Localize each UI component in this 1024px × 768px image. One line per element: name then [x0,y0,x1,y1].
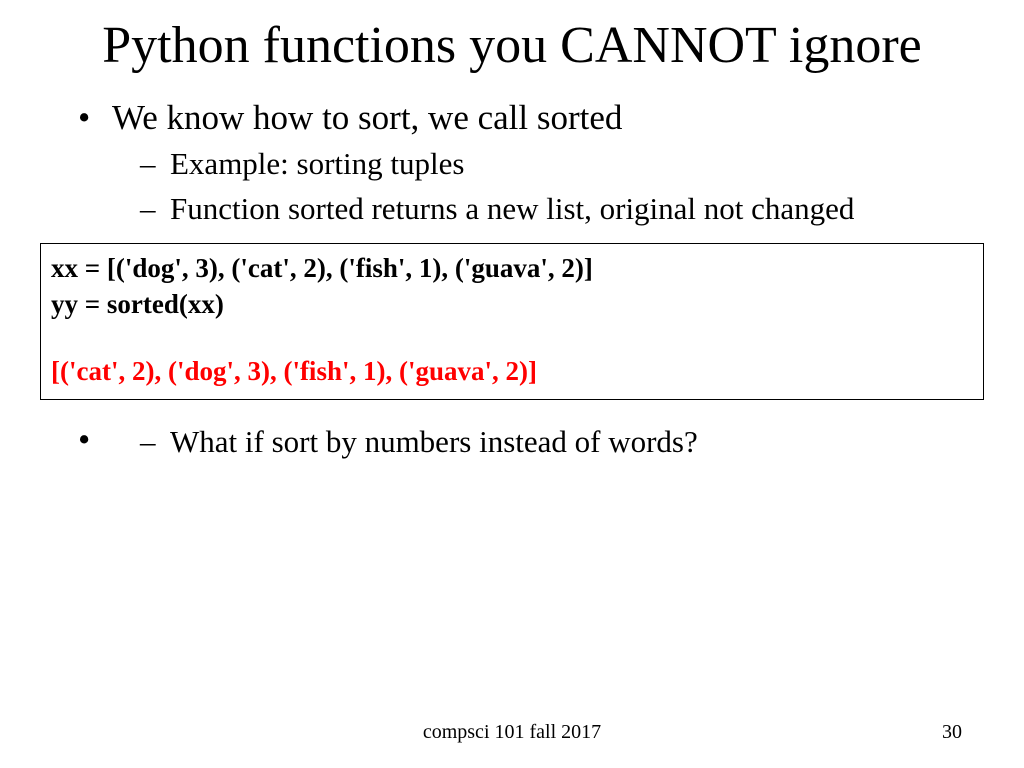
sub-bullet-text: Function sorted returns a new list, orig… [170,191,854,226]
code-blank-line [51,323,973,353]
sub-bullet-text: What if sort by numbers instead of words… [170,424,698,459]
sub-bullet-text: Example: sorting tuples [170,146,464,181]
slide-body: We know how to sort, we call sorted Exam… [56,96,968,229]
bullet-list-continuation: . What if sort by numbers instead of wor… [78,418,968,461]
code-line: xx = [('dog', 3), ('cat', 2), ('fish', 1… [51,250,973,286]
sub-bullet-item: Example: sorting tuples [140,144,968,184]
sub-bullet-list: Example: sorting tuples Function sorted … [140,144,968,229]
sub-bullet-list: What if sort by numbers instead of words… [140,422,968,462]
bullet-text: We know how to sort, we call sorted [112,98,622,137]
footer-page-number: 30 [942,721,962,744]
footer-course: compsci 101 fall 2017 [0,721,1024,744]
sub-bullet-item: Function sorted returns a new list, orig… [140,189,968,229]
bullet-item: We know how to sort, we call sorted Exam… [78,96,968,229]
code-example-box: xx = [('dog', 3), ('cat', 2), ('fish', 1… [40,243,984,400]
code-output-line: [('cat', 2), ('dog', 3), ('fish', 1), ('… [51,353,973,389]
slide-body-after: . What if sort by numbers instead of wor… [56,418,968,461]
code-line: yy = sorted(xx) [51,286,973,322]
sub-bullet-item: What if sort by numbers instead of words… [140,422,968,462]
slide: Python functions you CANNOT ignore We kn… [0,0,1024,768]
bullet-item-hidden-marker: . What if sort by numbers instead of wor… [78,418,968,461]
slide-title: Python functions you CANNOT ignore [60,0,964,76]
bullet-list: We know how to sort, we call sorted Exam… [78,96,968,229]
